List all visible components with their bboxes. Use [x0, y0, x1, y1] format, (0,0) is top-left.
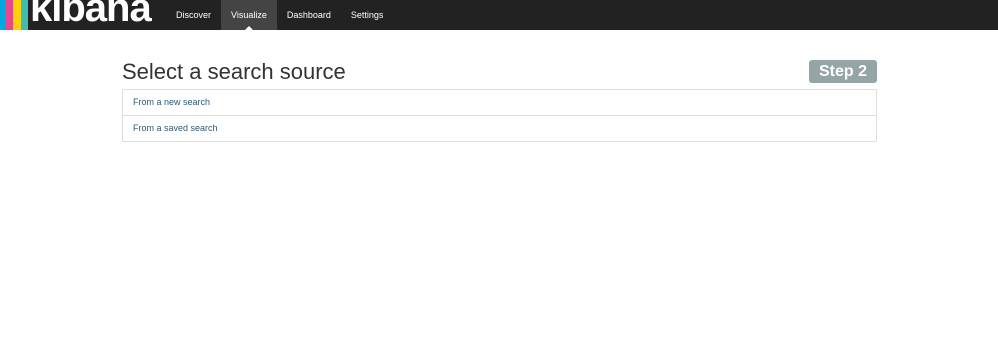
nav-dashboard[interactable]: Dashboard — [277, 0, 341, 30]
step-badge: Step 2 — [809, 60, 877, 83]
nav-discover[interactable]: Discover — [166, 0, 221, 30]
nav-settings[interactable]: Settings — [341, 0, 394, 30]
logo-stripe-yellow — [13, 0, 21, 30]
logo-stripe-pink — [5, 0, 13, 30]
logo-wordmark: kibana — [30, 0, 152, 30]
main-nav: Discover Visualize Dashboard Settings — [166, 0, 393, 30]
kibana-logo[interactable]: kibana — [0, 0, 154, 30]
active-caret-icon — [244, 26, 253, 30]
search-source-list: From a new search From a saved search — [122, 89, 877, 142]
page-title: Select a search source — [122, 59, 346, 84]
top-navbar: kibana Discover Visualize Dashboard Sett… — [0, 0, 998, 30]
nav-dashboard-label: Dashboard — [286, 10, 331, 20]
saved-search-option[interactable]: From a saved search — [123, 115, 876, 141]
nav-settings-label: Settings — [350, 10, 384, 20]
new-search-option[interactable]: From a new search — [123, 90, 876, 115]
nav-discover-label: Discover — [176, 10, 212, 20]
nav-visualize[interactable]: Visualize — [221, 0, 277, 30]
logo-stripe-teal — [21, 0, 28, 30]
nav-visualize-label: Visualize — [231, 10, 267, 20]
